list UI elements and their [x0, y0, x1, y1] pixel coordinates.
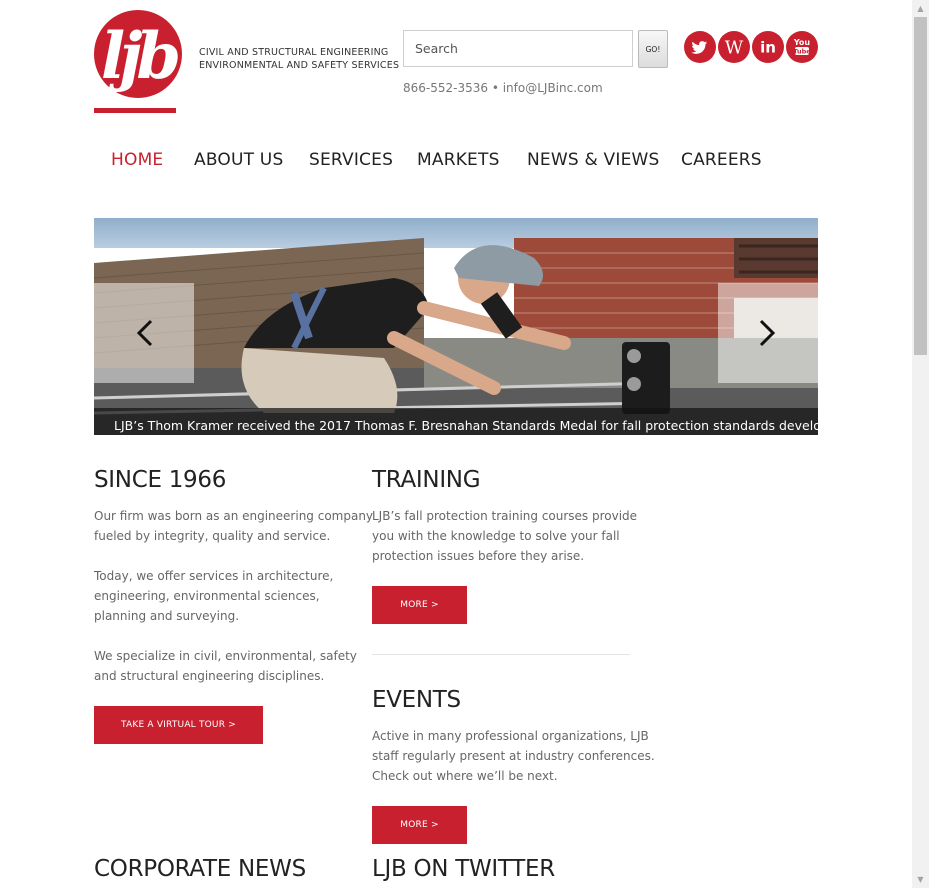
svg-text:You: You	[793, 38, 811, 47]
events-line-3: Check out where we’ll be next.	[372, 769, 558, 783]
since-p2-line-3: planning and surveying.	[94, 609, 240, 623]
tagline: CIVIL AND STRUCTURAL ENGINEERING ENVIRON…	[199, 46, 399, 72]
wordpress-icon: W	[725, 38, 744, 59]
svg-text:Tube: Tube	[793, 48, 811, 56]
since-p2-line-1: Today, we offer services in architecture…	[94, 569, 334, 583]
svg-text:ljb: ljb	[101, 19, 178, 94]
slider-prev-button[interactable]	[94, 283, 194, 383]
events-title: EVENTS	[372, 687, 461, 713]
page-scrollbar[interactable]: ▲ ▼	[912, 0, 929, 888]
training-line-3: protection issues before they arise.	[372, 549, 585, 563]
events-more-button[interactable]: MORE >	[372, 806, 467, 844]
page: ljb CIVIL AND STRUCTURAL ENGINEERING ENV…	[0, 0, 912, 888]
training-paragraph: LJB’s fall protection training courses p…	[372, 506, 637, 566]
slider-next-button[interactable]	[718, 283, 818, 383]
events-line-2: staff regularly present at industry conf…	[372, 749, 655, 763]
search-input[interactable]	[403, 30, 633, 67]
twitter-button[interactable]	[684, 31, 716, 63]
since-p1-line-1: Our firm was born as an engineering comp…	[94, 509, 374, 523]
wordpress-button[interactable]: W	[718, 31, 750, 63]
scroll-up-arrow-icon[interactable]: ▲	[912, 0, 929, 17]
since-paragraph-1: Our firm was born as an engineering comp…	[94, 506, 373, 546]
training-more-button[interactable]: MORE >	[372, 586, 467, 624]
training-title: TRAINING	[372, 467, 481, 493]
svg-text:W: W	[725, 38, 744, 59]
nav-item-home[interactable]: HOME	[111, 150, 163, 170]
nav-item-markets[interactable]: MARKETS	[417, 150, 500, 170]
twitter-feed-title: LJB ON TWITTER	[372, 856, 555, 882]
nav-item-about-us[interactable]: ABOUT US	[194, 150, 283, 170]
chevron-left-icon	[136, 319, 153, 347]
training-line-1: LJB’s fall protection training courses p…	[372, 509, 638, 523]
twitter-icon	[691, 41, 707, 54]
youtube-icon: You Tube	[793, 38, 811, 56]
tagline-line-1: CIVIL AND STRUCTURAL ENGINEERING	[199, 47, 389, 58]
nav-item-news-views[interactable]: NEWS & VIEWS	[527, 150, 660, 170]
chevron-right-icon	[759, 319, 776, 347]
since-paragraph-3: We specialize in civil, environmental, s…	[94, 646, 357, 686]
scroll-down-arrow-icon[interactable]: ▼	[912, 871, 929, 888]
hero-image	[94, 238, 818, 435]
search-go-button[interactable]: GO!	[638, 30, 668, 68]
hero-caption: LJB’s Thom Kramer received the 2017 Thom…	[114, 418, 818, 433]
events-line-1: Active in many professional organization…	[372, 729, 649, 743]
contact-info: 866-552-3536 • info@LJBinc.com	[403, 81, 603, 95]
youtube-button[interactable]: You Tube	[786, 31, 818, 63]
linkedin-button[interactable]: in	[752, 31, 784, 63]
since-p2-line-2: engineering, environmental sciences,	[94, 589, 320, 603]
virtual-tour-button[interactable]: TAKE A VIRTUAL TOUR >	[94, 706, 263, 744]
scroll-thumb[interactable]	[914, 17, 927, 355]
svg-text:in: in	[760, 39, 776, 57]
nav-item-services[interactable]: SERVICES	[309, 150, 393, 170]
tagline-line-2: ENVIRONMENTAL AND SAFETY SERVICES	[199, 60, 400, 71]
divider	[372, 654, 630, 655]
events-paragraph: Active in many professional organization…	[372, 726, 655, 786]
linkedin-icon: in	[760, 39, 776, 57]
since-title: SINCE 1966	[94, 467, 227, 493]
since-p3-line-1: We specialize in civil, environmental, s…	[94, 649, 357, 663]
corporate-news-title: CORPORATE NEWS	[94, 856, 306, 882]
hero-slider[interactable]: LJB’s Thom Kramer received the 2017 Thom…	[94, 218, 818, 435]
since-paragraph-2: Today, we offer services in architecture…	[94, 566, 333, 626]
training-line-2: you with the knowledge to solve your fal…	[372, 529, 620, 543]
nav-item-careers[interactable]: CAREERS	[681, 150, 762, 170]
since-p3-line-2: and structural engineering disciplines.	[94, 669, 325, 683]
ljb-logo[interactable]: ljb	[94, 10, 184, 114]
since-p1-line-2: fueled by integrity, quality and service…	[94, 529, 331, 543]
